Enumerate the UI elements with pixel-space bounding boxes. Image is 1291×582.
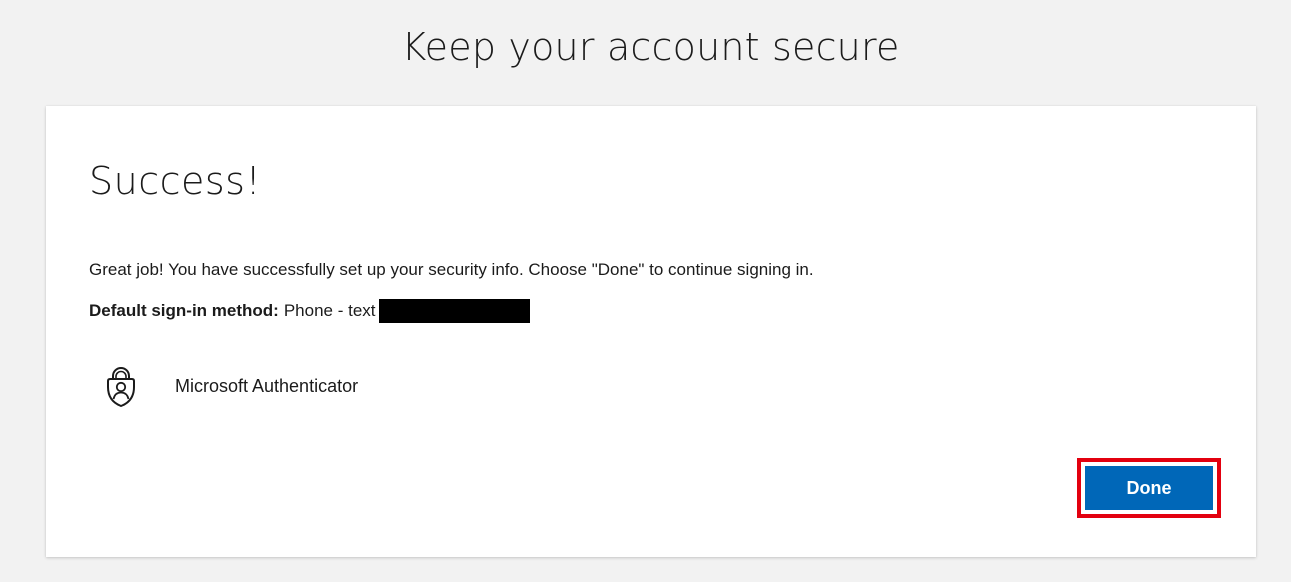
default-method-label: Default sign-in method: (89, 301, 279, 320)
page-title: Keep your account secure (401, 25, 900, 69)
done-button[interactable]: Done (1085, 466, 1213, 510)
default-sign-in-method: Default sign-in method: Phone - text (89, 299, 530, 323)
success-message: Great job! You have successfully set up … (89, 260, 814, 279)
authenticator-lock-icon (104, 365, 138, 408)
default-method-value: Phone - text (283, 301, 376, 320)
method-label: Microsoft Authenticator (175, 376, 359, 396)
success-card: Success! Great job! You have successfull… (46, 106, 1256, 557)
method-item-authenticator: Microsoft Authenticator (104, 365, 359, 408)
card-heading: Success! (89, 159, 262, 203)
redacted-phone-number (378, 299, 530, 323)
